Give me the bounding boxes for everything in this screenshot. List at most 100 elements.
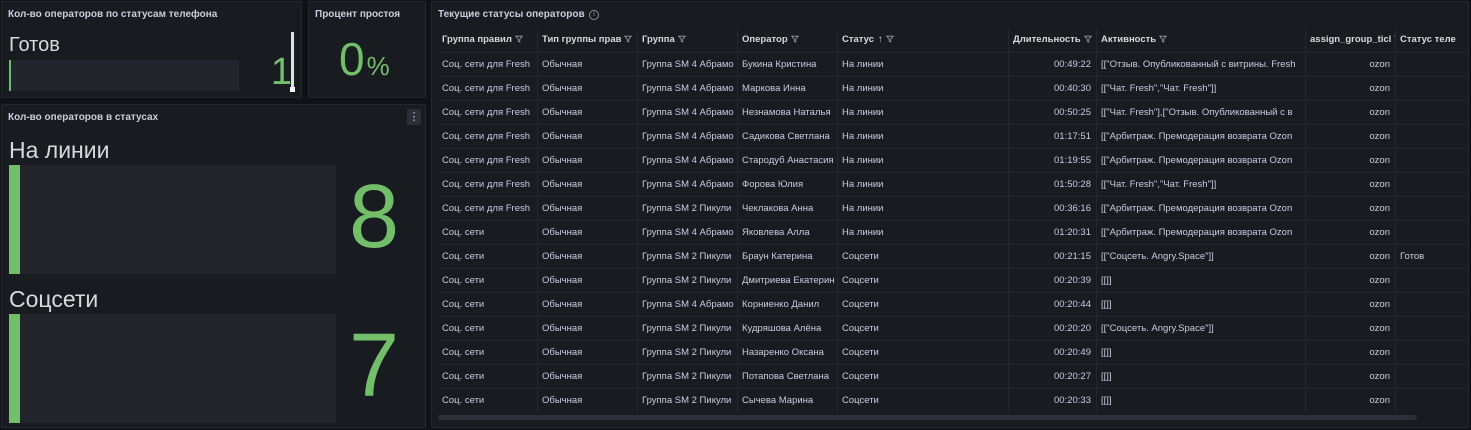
table-cell: 00:20:20	[1009, 317, 1097, 341]
table-cell: Соцсети	[838, 317, 1009, 341]
column-header[interactable]: Оператор	[738, 28, 838, 52]
table-cell: [["Чат. Fresh","Чат. Fresh"]]	[1097, 77, 1306, 101]
column-header[interactable]: assign_group_ticl	[1306, 28, 1396, 52]
table-cell: Группа SM 2 Пикули	[638, 197, 738, 221]
table-row[interactable]: Соц. сети Обычная Группа SM 4 Абрамо Яковле…	[438, 220, 1468, 245]
table-cell: ozon	[1306, 173, 1396, 197]
table-row[interactable]: Соц. сети Обычная Группа SM 2 Пикули Дмитри…	[438, 268, 1468, 293]
table-cell: 01:50:28	[1009, 173, 1097, 197]
table-cell: Группа SM 2 Пикули	[638, 365, 738, 389]
sort-asc-icon[interactable]: ↑	[878, 34, 883, 45]
kebab-menu-icon[interactable]: ⋮	[407, 109, 421, 125]
table-cell: Соц. сети	[438, 221, 538, 245]
table-row[interactable]: Соц. сети для Fresh Обычная Группа SM 4 Аб…	[438, 100, 1468, 125]
table-row[interactable]: Соц. сети Обычная Группа SM 2 Пикули Браун …	[438, 244, 1468, 269]
column-header[interactable]: Тип группы прав	[538, 28, 638, 52]
table-cell: Корниенко Данил	[738, 293, 838, 317]
table-row[interactable]: Соц. сети Обычная Группа SM 2 Пикули Сычева…	[438, 388, 1468, 413]
table-cell: 00:20:49	[1009, 341, 1097, 365]
filter-icon[interactable]	[514, 35, 523, 43]
table-cell: Соцсети	[838, 389, 1009, 413]
table-row[interactable]: Соц. сети для Fresh Обычная Группа SM 4 Аб…	[438, 148, 1468, 173]
table-cell: ozon	[1306, 197, 1396, 221]
table-row[interactable]: Соц. сети для Fresh Обычная Группа SM 4 Аб…	[438, 76, 1468, 101]
idle-percent-panel: Процент простоя 0%	[308, 1, 426, 98]
table-cell: [["Соцсеть. Angry.Space"]]	[1097, 317, 1306, 341]
operator-statuses-table-panel: Текущие статусы операторов i Группа прав…	[431, 1, 1469, 428]
table-cell: [["Арбитраж. Премодерация возврата Ozon	[1097, 149, 1306, 173]
column-header[interactable]: Активность	[1097, 28, 1306, 52]
filter-icon[interactable]	[677, 35, 686, 43]
table-cell: Обычная	[538, 125, 638, 149]
phone-status-panel: Кол-во операторов по статусам телефона Г…	[1, 1, 302, 98]
table-cell: Обычная	[538, 77, 638, 101]
filter-icon[interactable]	[885, 35, 894, 43]
status-label: Готов	[9, 34, 60, 56]
table-cell: Обычная	[538, 101, 638, 125]
table-cell: Садикова Светлана	[738, 125, 838, 149]
table-cell: Обычная	[538, 53, 638, 77]
table-cell: 00:49:22	[1009, 53, 1097, 77]
table-cell: Группа SM 4 Абрамо	[638, 125, 738, 149]
table-row[interactable]: Соц. сети для Fresh Обычная Группа SM 4 Аб…	[438, 172, 1468, 197]
info-icon[interactable]: i	[589, 10, 599, 20]
table-row[interactable]: Соц. сети для Fresh Обычная Группа SM 2 Пи…	[438, 196, 1468, 221]
column-header[interactable]: Длительность	[1009, 28, 1097, 52]
column-header-label: Группа	[642, 34, 675, 45]
filter-icon[interactable]	[1083, 35, 1092, 43]
table-cell: Соц. сети для Fresh	[438, 149, 538, 173]
table-cell: [["Чат. Fresh","Чат. Fresh"]]	[1097, 173, 1306, 197]
column-header[interactable]: Группа	[638, 28, 738, 52]
table-cell: Готов	[1396, 245, 1468, 269]
table-cell: 00:20:33	[1009, 389, 1097, 413]
table-row[interactable]: Соц. сети для Fresh Обычная Группа SM 4 Аб…	[438, 52, 1468, 77]
filter-icon[interactable]	[1159, 35, 1168, 43]
filter-icon[interactable]	[790, 35, 799, 43]
filter-icon[interactable]	[624, 35, 633, 43]
table-cell: ozon	[1306, 149, 1396, 173]
table-cell	[1396, 77, 1468, 101]
table-cell: Браун Катерина	[738, 245, 838, 269]
table-cell: Соц. сети для Fresh	[438, 197, 538, 221]
table-row[interactable]: Соц. сети для Fresh Обычная Группа SM 4 Аб…	[438, 124, 1468, 149]
table-cell: Обычная	[538, 365, 638, 389]
column-header[interactable]: Группа правил	[438, 28, 538, 52]
table-cell: Группа SM 2 Пикули	[638, 341, 738, 365]
table-cell: Обычная	[538, 389, 638, 413]
table-cell: Назаренко Оксана	[738, 341, 838, 365]
status-stat-label: Соцсети	[9, 286, 99, 312]
column-header[interactable]: Статус теле	[1396, 28, 1468, 52]
table-cell: Группа SM 2 Пикули	[638, 269, 738, 293]
table-cell: Сычева Марина	[738, 389, 838, 413]
table-cell: ozon	[1306, 317, 1396, 341]
table-cell	[1396, 269, 1468, 293]
table-cell: Группа SM 2 Пикули	[638, 317, 738, 341]
table-row[interactable]: Соц. сети Обычная Группа SM 2 Пикули Потапо…	[438, 364, 1468, 389]
table-cell: ozon	[1306, 221, 1396, 245]
table-cell	[1396, 53, 1468, 77]
resize-handle[interactable]	[290, 87, 295, 92]
table-cell: [["Чат. Fresh"],["Отзыв. Опубликованный …	[1097, 101, 1306, 125]
table-cell: Группа SM 4 Абрамо	[638, 221, 738, 245]
table-cell: Группа SM 4 Абрамо	[638, 149, 738, 173]
percent-number: 0	[339, 33, 365, 85]
table-row[interactable]: Соц. сети Обычная Группа SM 2 Пикули Кудряш…	[438, 316, 1468, 341]
table-cell: На линии	[838, 221, 1009, 245]
horizontal-scrollbar[interactable]	[438, 415, 1417, 420]
table-cell: ozon	[1306, 77, 1396, 101]
panel-title: Кол-во операторов в статусах	[8, 112, 159, 123]
table-cell: [["Арбитраж. Премодерация возврата Ozon	[1097, 197, 1306, 221]
table-cell: 00:50:25	[1009, 101, 1097, 125]
status-value: 1	[270, 51, 292, 93]
idle-percent-value: 0%	[339, 34, 390, 91]
table-row[interactable]: Соц. сети Обычная Группа SM 2 Пикули Назаре…	[438, 340, 1468, 365]
table-row[interactable]: Соц. сети Обычная Группа SM 4 Абрамо Корние…	[438, 292, 1468, 317]
table-cell: 01:19:55	[1009, 149, 1097, 173]
scrollbar-thumb[interactable]	[291, 32, 294, 88]
table-cell: Обычная	[538, 245, 638, 269]
table-cell: Стародуб Анастасия	[738, 149, 838, 173]
column-header[interactable]: Статус ↑	[838, 28, 1009, 52]
table-cell: 00:20:44	[1009, 293, 1097, 317]
table-cell: Группа SM 2 Пикули	[638, 389, 738, 413]
percent-unit: %	[366, 51, 390, 81]
